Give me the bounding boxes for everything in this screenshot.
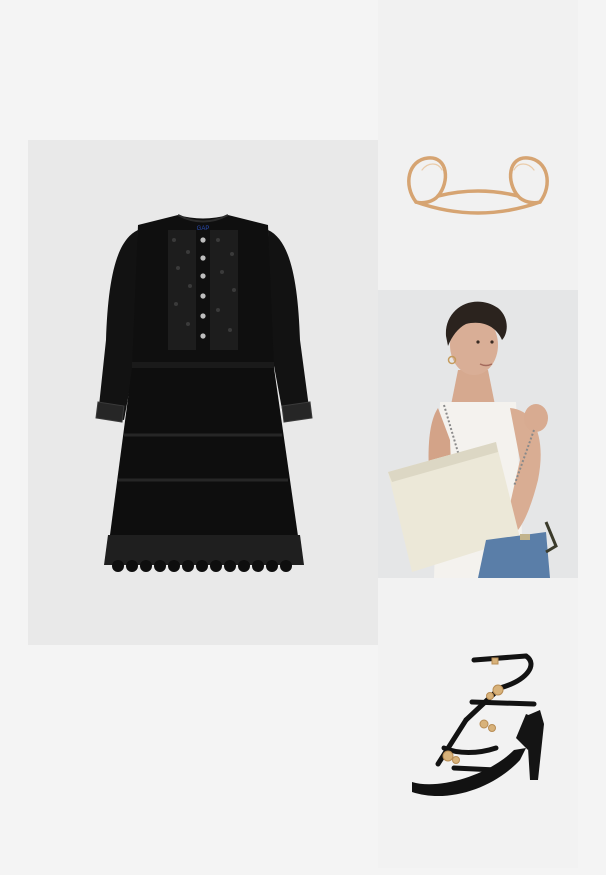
model-with-shoulder-bag-tile[interactable] bbox=[378, 290, 578, 578]
black-lace-dress-image: GAP bbox=[95, 214, 313, 572]
black-strappy-heel-sandal-image bbox=[412, 653, 544, 797]
model-with-cream-bag-image bbox=[378, 290, 578, 578]
dress-brand-label: GAP bbox=[197, 226, 210, 232]
cuff-bracelet-product-tile[interactable] bbox=[378, 0, 578, 290]
dress-product-tile[interactable]: GAP bbox=[28, 140, 378, 645]
gold-cuff-bracelet-image bbox=[407, 156, 549, 215]
strappy-sandal-product-tile[interactable] bbox=[378, 578, 578, 868]
